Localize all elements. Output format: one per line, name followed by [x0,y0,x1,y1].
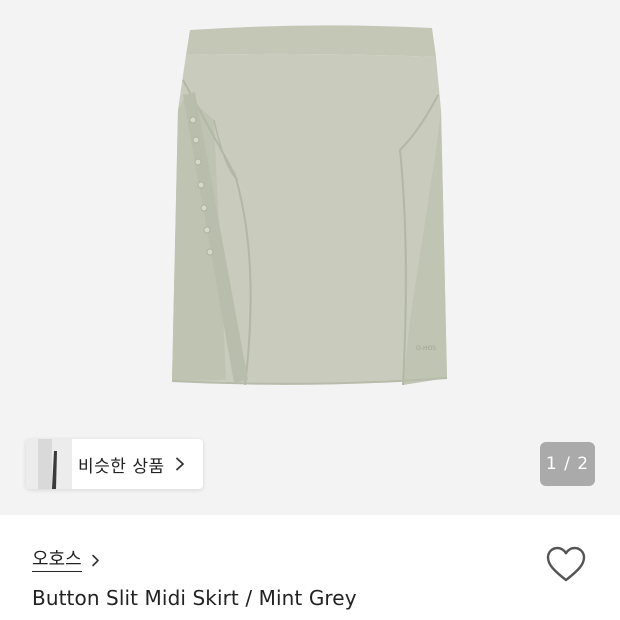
chevron-right-icon [91,554,99,567]
heart-outline-icon[interactable] [545,545,587,585]
brand-name: 오호스 [32,549,82,572]
product-image: O-HOS [171,25,448,386]
similar-products-label: 비슷한 상품 [78,456,165,477]
product-info: 오호스 Button Slit Midi Skirt / Mint Grey [0,515,620,620]
image-page-indicator: 1 / 2 [540,442,595,486]
skirt-logo: O-HOS [416,345,436,352]
similar-products-button[interactable]: 비슷한 상품 [26,439,203,489]
brand-link[interactable]: 오호스 [32,549,100,572]
product-image-gallery[interactable]: O-HOS 비슷한 상품 1 / 2 [0,0,620,515]
similar-product-thumbnail [26,439,72,489]
product-title: Button Slit Midi Skirt / Mint Grey [32,586,357,610]
chevron-right-icon [175,457,184,471]
